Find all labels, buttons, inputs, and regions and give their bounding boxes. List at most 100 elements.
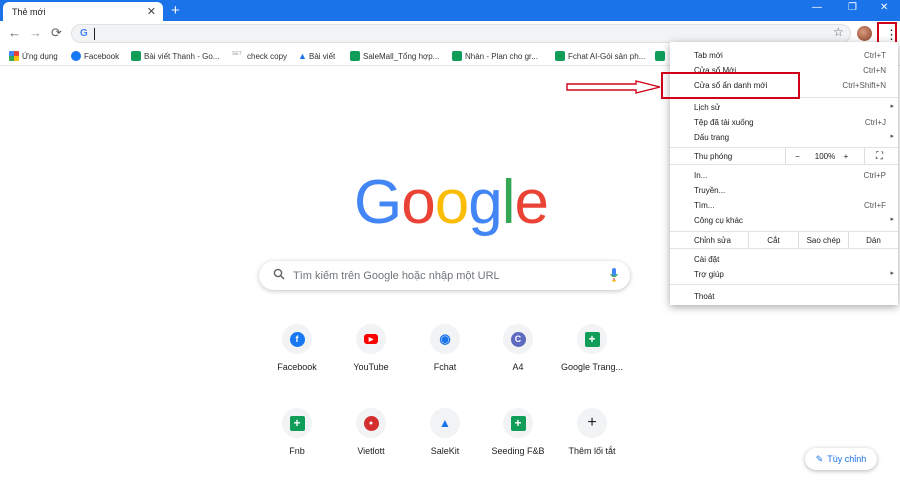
shortcut-fchat[interactable]: ◉ Fchat [408, 324, 482, 384]
shortcut-label: Seeding F&B [491, 446, 545, 456]
new-tab-button[interactable]: + [171, 1, 180, 20]
bookmark-bai-viet-thanh[interactable]: Bài viết Thanh - Go... [131, 50, 219, 62]
shortcut-google-trang[interactable]: + Google Trang... [555, 324, 629, 384]
a4-icon: C [510, 331, 526, 347]
sheets-icon: + [289, 415, 305, 431]
close-window-icon[interactable]: ✕ [880, 2, 888, 13]
menu-item-print[interactable]: In... Ctrl+P [670, 168, 898, 183]
menu-item-downloads[interactable]: Tệp đã tải xuống Ctrl+J [670, 115, 898, 130]
bookmark-apps[interactable]: Ứng dụng [9, 50, 58, 62]
close-tab-icon[interactable]: ✕ [147, 5, 156, 18]
copy-button[interactable]: Sao chép [798, 232, 848, 248]
shortcut-fnb[interactable]: + Fnb [260, 408, 334, 468]
logo-letter: l [501, 168, 516, 237]
facebook-icon: f [289, 331, 305, 347]
menu-item-label: Truyền... [694, 186, 726, 195]
menu-item-shortcut: Ctrl+F [864, 201, 886, 210]
menu-item-label: In... [694, 171, 708, 180]
sheets-icon [452, 51, 462, 61]
minimize-icon[interactable]: — [812, 2, 822, 13]
edit-row: Chỉnh sửa Cắt Sao chép Dán [670, 232, 898, 248]
bookmark-label: Ứng dụng [22, 51, 58, 61]
zoom-label: Thu phóng [694, 152, 733, 161]
back-icon[interactable]: ← [8, 25, 21, 40]
bookmark-facebook[interactable]: Facebook [71, 50, 119, 62]
shortcut-seeding-fb[interactable]: + Seeding F&B [481, 408, 555, 468]
bookmark-more[interactable] [655, 50, 665, 62]
zoom-in-button[interactable]: + [835, 148, 857, 164]
shortcut-youtube[interactable]: ▶ YouTube [334, 324, 408, 384]
shortcut-tile: ◉ [430, 324, 460, 354]
menu-item-label: Cài đặt [694, 255, 720, 264]
logo-letter: e [514, 168, 548, 237]
menu-item-bookmarks[interactable]: Dấu trang ▸ [670, 130, 898, 145]
shortcut-add[interactable]: + Thêm lối tắt [555, 408, 629, 468]
menu-item-shortcut: Ctrl+J [864, 118, 886, 127]
shortcut-label: SaleKit [430, 446, 460, 456]
shortcut-label: Fchat [433, 362, 457, 372]
shortcut-tile: ● [356, 408, 386, 438]
google-logo: Google [354, 168, 549, 238]
menu-divider [670, 248, 898, 249]
bookmark-label: Facebook [84, 51, 120, 61]
maximize-icon[interactable]: ❐ [848, 2, 857, 13]
customize-button[interactable]: ✎ Tùy chỉnh [805, 448, 877, 470]
menu-item-label: Tìm... [694, 201, 715, 210]
address-bar[interactable]: G [71, 24, 851, 43]
edit-label: Chỉnh sửa [694, 236, 731, 245]
shortcut-label: Google Trang... [560, 362, 624, 372]
zoom-row: Thu phóng − 100% + ⛶ [670, 148, 898, 164]
sheets-icon: + [584, 331, 600, 347]
search-box[interactable]: Tìm kiếm trên Google hoặc nhập một URL [259, 261, 630, 290]
bookmark-fchat[interactable]: Fchat AI-Gói sản ph... [555, 50, 645, 62]
menu-item-settings[interactable]: Cài đặt [670, 252, 898, 267]
bookmark-star-icon[interactable]: ☆ [833, 25, 844, 39]
zoom-out-button[interactable]: − [785, 148, 809, 164]
search-icon [273, 268, 285, 283]
shortcut-tile: + [577, 324, 607, 354]
sheets-icon: + [510, 415, 526, 431]
shortcut-vietlott[interactable]: ● Vietlott [334, 408, 408, 468]
menu-item-more-tools[interactable]: Công cụ khác ▸ [670, 213, 898, 228]
shortcut-label: A4 [512, 362, 524, 372]
cut-button[interactable]: Cắt [748, 232, 798, 248]
shortcut-tile: f [282, 324, 312, 354]
bookmark-label: Fchat AI-Gói sản ph... [568, 51, 646, 61]
menu-item-find[interactable]: Tìm... Ctrl+F [670, 198, 898, 213]
shortcut-tile: + [577, 408, 607, 438]
menu-item-help[interactable]: Trợ giúp ▸ [670, 267, 898, 282]
shortcut-facebook[interactable]: f Facebook [260, 324, 334, 384]
forward-icon[interactable]: → [29, 25, 42, 40]
shortcut-tile: ▲ [430, 408, 460, 438]
bookmark-check-copy[interactable]: SET check copy [232, 50, 287, 62]
paste-button[interactable]: Dán [848, 232, 898, 248]
bookmark-label: Bài viết [309, 51, 336, 61]
menu-divider [670, 284, 898, 285]
submenu-arrow-icon: ▸ [890, 216, 894, 223]
tab-new-tab[interactable]: Thẻ mới ✕ [3, 2, 163, 21]
menu-item-label: Dấu trang [694, 133, 730, 142]
plus-icon: + [587, 414, 597, 431]
text-caret [94, 28, 95, 40]
fullscreen-icon[interactable]: ⛶ [864, 148, 894, 164]
browser-window: Thẻ mới ✕ + — ❐ ✕ ← → ⟳ G ☆ ⋮ Ứng dụng F… [0, 0, 900, 480]
reload-icon[interactable]: ⟳ [51, 25, 62, 41]
profile-avatar[interactable] [857, 26, 872, 41]
tab-strip: Thẻ mới ✕ + — ❐ ✕ [0, 0, 900, 21]
shortcut-salekit[interactable]: ▲ SaleKit [408, 408, 482, 468]
microphone-icon[interactable] [610, 268, 618, 282]
bookmark-bai-viet[interactable]: ▲ Bài viết [298, 50, 335, 62]
bookmark-label: check copy [247, 51, 288, 61]
menu-item-history[interactable]: Lịch sử ▸ [670, 100, 898, 115]
sheets-icon [350, 51, 360, 61]
logo-letter: g [468, 168, 502, 237]
menu-item-exit[interactable]: Thoát [670, 289, 898, 304]
menu-item-cast[interactable]: Truyền... [670, 183, 898, 198]
menu-item-new-tab[interactable]: Tab mới Ctrl+T [670, 48, 898, 63]
bookmark-salemall[interactable]: SaleMall_Tổng hợp... [350, 50, 439, 62]
shortcut-a4[interactable]: C A4 [481, 324, 555, 384]
annotation-highlight-box [661, 72, 800, 99]
bookmark-nhan-plan[interactable]: Nhàn - Plan cho gr... [452, 50, 538, 62]
youtube-icon: ▶ [364, 334, 378, 344]
customize-label: Tùy chỉnh [827, 454, 867, 464]
